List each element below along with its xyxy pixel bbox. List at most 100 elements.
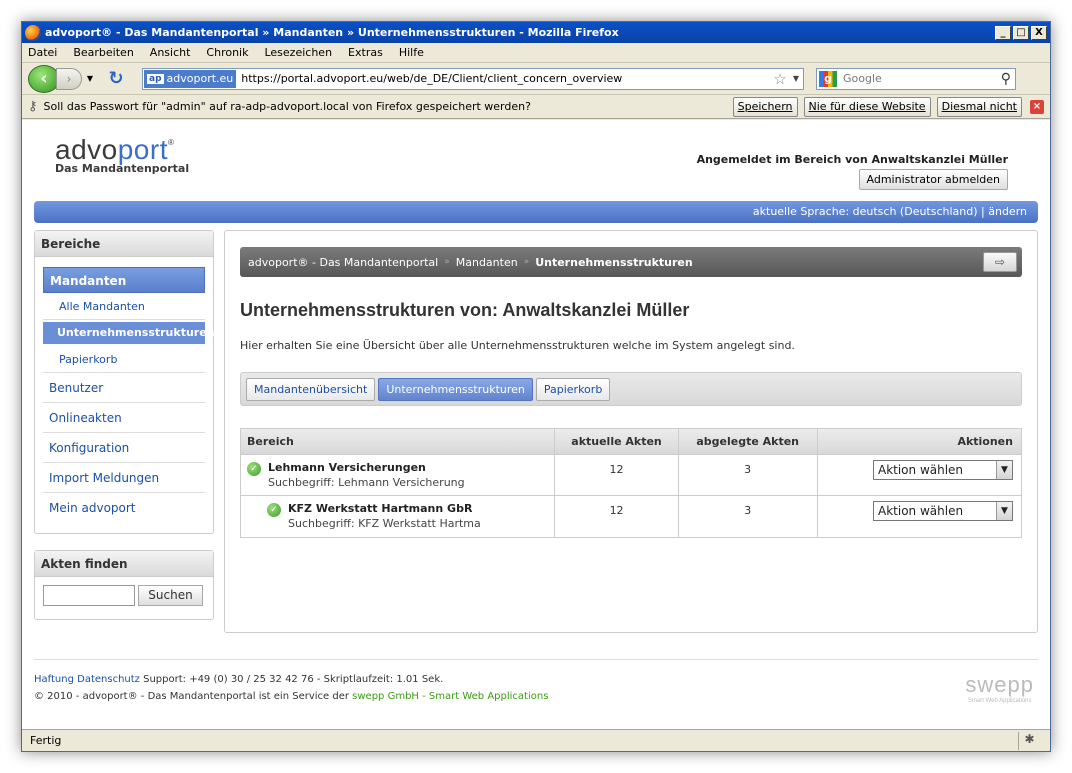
find-files-title: Akten finden xyxy=(35,551,213,577)
logo-registered-mark: ® xyxy=(167,138,175,147)
site-favicon: ap xyxy=(147,73,164,84)
magnifier-icon[interactable]: ⚲ xyxy=(1001,71,1011,87)
status-bar: Fertig ✱ xyxy=(22,729,1050,751)
reload-icon: ↻ xyxy=(108,68,124,89)
export-icon[interactable]: ⇨ xyxy=(983,252,1017,272)
sidebar-item-mandanten[interactable]: Mandanten xyxy=(43,267,205,293)
column-header-current-files: aktuelle Akten xyxy=(555,429,679,454)
history-dropdown[interactable]: ▼ xyxy=(84,74,96,83)
menu-bar: Datei Bearbeiten Ansicht Chronik Lesezei… xyxy=(22,43,1050,63)
find-files-input[interactable] xyxy=(43,585,135,606)
breadcrumb-home[interactable]: advoport® - Das Mandantenportal xyxy=(248,256,438,269)
swepp-logo[interactable]: swepp Smart Web Applications xyxy=(965,672,1034,704)
not-now-button[interactable]: Diesmal nicht xyxy=(936,96,1022,117)
tab-mandantenuebersicht[interactable]: Mandantenübersicht xyxy=(246,377,376,401)
menu-ansicht[interactable]: Ansicht xyxy=(150,46,191,59)
row-area-cell: ✓ Lehmann Versicherungen Suchbegriff: Le… xyxy=(241,455,556,495)
sidebar-areas-title: Bereiche xyxy=(35,231,213,257)
browser-window: advoport® - Das Mandantenportal » Mandan… xyxy=(21,21,1051,752)
sidebar-subitem-alle-mandanten[interactable]: Alle Mandanten xyxy=(43,293,205,320)
search-bar[interactable]: g Google ⚲ xyxy=(816,67,1016,90)
footer-link-haftung[interactable]: Haftung xyxy=(34,674,74,685)
url-bar[interactable]: ap advoport.eu https://portal.advoport.e… xyxy=(142,67,804,90)
chevron-down-icon: ▼ xyxy=(86,74,94,83)
row-archived-files: 3 xyxy=(679,496,818,537)
search-input[interactable]: Google xyxy=(843,72,1001,85)
breadcrumb-mandanten[interactable]: Mandanten xyxy=(456,256,518,269)
breadcrumb: advoport® - Das Mandantenportal » Mandan… xyxy=(240,247,1022,277)
action-select[interactable]: Aktion wählen ▼ xyxy=(872,460,1013,480)
menu-bearbeiten[interactable]: Bearbeiten xyxy=(73,46,133,59)
action-select-value: Aktion wählen xyxy=(877,463,964,477)
footer-service-link[interactable]: swepp GmbH - Smart Web Applications xyxy=(352,691,548,702)
maximize-button[interactable]: □ xyxy=(1013,25,1029,40)
sidebar-subitem-unternehmensstrukturen[interactable]: Unternehmensstrukturen xyxy=(43,322,215,344)
url-text[interactable]: https://portal.advoport.eu/web/de_DE/Cli… xyxy=(237,72,773,85)
sidebar-item-import-meldungen[interactable]: Import Meldungen xyxy=(43,463,205,493)
breadcrumb-separator: » xyxy=(523,257,530,267)
key-icon: ⚷ xyxy=(28,99,38,114)
sidebar-subitem-papierkorb[interactable]: Papierkorb xyxy=(43,346,205,373)
row-actions-cell: Aktion wählen ▼ xyxy=(818,496,1021,537)
menu-hilfe[interactable]: Hilfe xyxy=(399,46,424,59)
breadcrumb-separator: » xyxy=(444,257,450,267)
column-header-bereich: Bereich xyxy=(241,429,556,454)
row-current-files: 12 xyxy=(555,455,679,495)
site-identity-button[interactable]: ap advoport.eu xyxy=(144,69,237,88)
logo-brand-part2: port xyxy=(117,134,168,165)
menu-chronik[interactable]: Chronik xyxy=(206,46,248,59)
bookmark-star-icon[interactable]: ☆ xyxy=(773,70,786,88)
menu-datei[interactable]: Datei xyxy=(28,46,57,59)
sidebar-find-files: Akten finden Suchen xyxy=(34,550,214,620)
close-icon[interactable]: × xyxy=(1030,99,1044,114)
search-button[interactable]: Suchen xyxy=(138,585,203,606)
row-archived-files: 3 xyxy=(679,455,818,495)
sidebar-areas: Bereiche Mandanten Alle Mandanten Untern… xyxy=(34,230,215,534)
language-bar: aktuelle Sprache: deutsch (Deutschland) … xyxy=(34,201,1038,223)
advoport-logo[interactable]: advoport® Das Mandantenportal xyxy=(55,134,189,175)
site-identity-label: advoport.eu xyxy=(166,72,234,85)
action-select[interactable]: Aktion wählen ▼ xyxy=(873,501,1013,521)
main-panel: advoport® - Das Mandantenportal » Mandan… xyxy=(224,230,1038,633)
footer-row-2: © 2010 - advoport® - Das Mandantenportal… xyxy=(34,691,1038,702)
menu-extras[interactable]: Extras xyxy=(348,46,383,59)
tab-bar: Mandantenübersicht Unternehmensstrukture… xyxy=(240,372,1022,406)
sidebar-item-benutzer[interactable]: Benutzer xyxy=(43,373,205,403)
save-password-button[interactable]: Speichern xyxy=(732,96,798,117)
notification-text: Soll das Passwort für "admin" auf ra-adp… xyxy=(43,100,531,113)
status-text: Fertig xyxy=(30,734,62,747)
tab-papierkorb[interactable]: Papierkorb xyxy=(535,377,611,401)
url-dropdown-icon[interactable]: ▼ xyxy=(793,74,799,83)
minimize-button[interactable]: _ xyxy=(995,25,1011,40)
footer-copyright: © 2010 - advoport® - Das Mandantenportal… xyxy=(34,691,349,702)
footer-link-datenschutz[interactable]: Datenschutz xyxy=(77,674,140,685)
never-for-site-button[interactable]: Nie für diese Website xyxy=(803,96,931,117)
sidebar-item-onlineakten[interactable]: Onlineakten xyxy=(43,403,205,433)
row-search-term: Suchbegriff: Lehmann Versicherung xyxy=(268,476,465,489)
column-header-archived-files: abgelegte Akten xyxy=(679,429,818,454)
firefox-icon xyxy=(25,24,41,41)
logout-button[interactable]: Administrator abmelden xyxy=(858,169,1008,190)
logo-tagline: Das Mandantenportal xyxy=(55,162,190,175)
menu-lesezeichen[interactable]: Lesezeichen xyxy=(264,46,332,59)
row-name[interactable]: Lehmann Versicherungen xyxy=(268,461,465,474)
sidebar-item-mein-advoport[interactable]: Mein advoport xyxy=(43,493,205,523)
column-header-actions: Aktionen xyxy=(957,435,1013,448)
forward-button[interactable]: › xyxy=(56,67,82,90)
arrow-left-icon: ‹ xyxy=(40,67,48,89)
reload-button[interactable]: ↻ xyxy=(104,68,128,89)
structures-table: Bereich aktuelle Akten abgelegte Akten A… xyxy=(240,428,1022,538)
language-switch-link[interactable]: aktuelle Sprache: deutsch (Deutschland) … xyxy=(753,205,1027,218)
sidebar-item-konfiguration[interactable]: Konfiguration xyxy=(43,433,205,463)
find-files-row: Suchen xyxy=(35,577,213,614)
tab-unternehmensstrukturen[interactable]: Unternehmensstrukturen xyxy=(378,377,533,401)
bug-icon[interactable]: ✱ xyxy=(1018,731,1040,750)
close-button[interactable]: X xyxy=(1031,25,1047,40)
row-current-files: 12 xyxy=(555,496,679,537)
swepp-logo-tagline: Smart Web Applications xyxy=(967,698,1032,704)
row-name[interactable]: KFZ Werkstatt Hartmann GbR xyxy=(288,502,481,515)
google-icon[interactable]: g xyxy=(819,70,837,87)
login-info: Angemeldet im Bereich von Anwaltskanzlei… xyxy=(696,153,1008,166)
row-actions-cell: Aktion wählen ▼ xyxy=(818,455,1021,495)
table-row: ✓ KFZ Werkstatt Hartmann GbR Suchbegriff… xyxy=(241,496,1021,537)
